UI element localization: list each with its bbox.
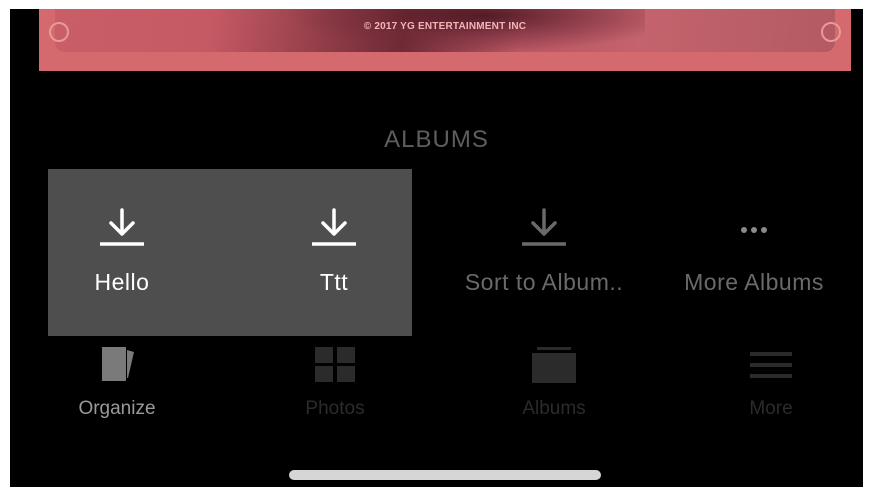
tab-label: Organize xyxy=(78,398,156,419)
tab-albums[interactable]: Albums xyxy=(469,344,639,420)
tab-more[interactable]: More xyxy=(686,344,856,420)
home-indicator[interactable] xyxy=(289,470,601,480)
albums-icon xyxy=(532,347,576,383)
download-icon xyxy=(312,208,356,246)
album-action-label: Ttt xyxy=(319,269,349,295)
album-action-label: Hello xyxy=(94,269,150,295)
album-action-hello[interactable]: Hello xyxy=(27,207,217,296)
download-icon xyxy=(100,208,144,246)
sort-to-album-button[interactable]: Sort to Album.. xyxy=(449,207,639,296)
more-dots-icon xyxy=(741,227,767,233)
app-screen: © 2017 YG ENTERTAINMENT INC ALBUMS Hello… xyxy=(10,9,863,487)
album-cover-art: © 2017 YG ENTERTAINMENT INC xyxy=(49,9,841,52)
banner-copyright-text: © 2017 YG ENTERTAINMENT INC xyxy=(363,21,527,32)
tab-photos[interactable]: Photos xyxy=(250,344,420,420)
album-cover-banner: © 2017 YG ENTERTAINMENT INC xyxy=(39,9,851,71)
tab-label: Albums xyxy=(522,398,586,419)
albums-section-title: ALBUMS xyxy=(384,126,489,153)
tab-label: More xyxy=(749,398,793,419)
organize-icon xyxy=(102,347,134,381)
download-icon xyxy=(522,208,566,246)
album-action-label: More Albums xyxy=(684,269,824,295)
more-albums-button[interactable]: More Albums xyxy=(659,207,849,296)
album-action-ttt[interactable]: Ttt xyxy=(239,207,429,296)
album-action-label: Sort to Album.. xyxy=(464,269,624,295)
photos-grid-icon xyxy=(315,347,355,382)
tab-label: Photos xyxy=(305,398,365,419)
tab-organize[interactable]: Organize xyxy=(32,344,202,420)
menu-lines-icon xyxy=(750,352,792,378)
